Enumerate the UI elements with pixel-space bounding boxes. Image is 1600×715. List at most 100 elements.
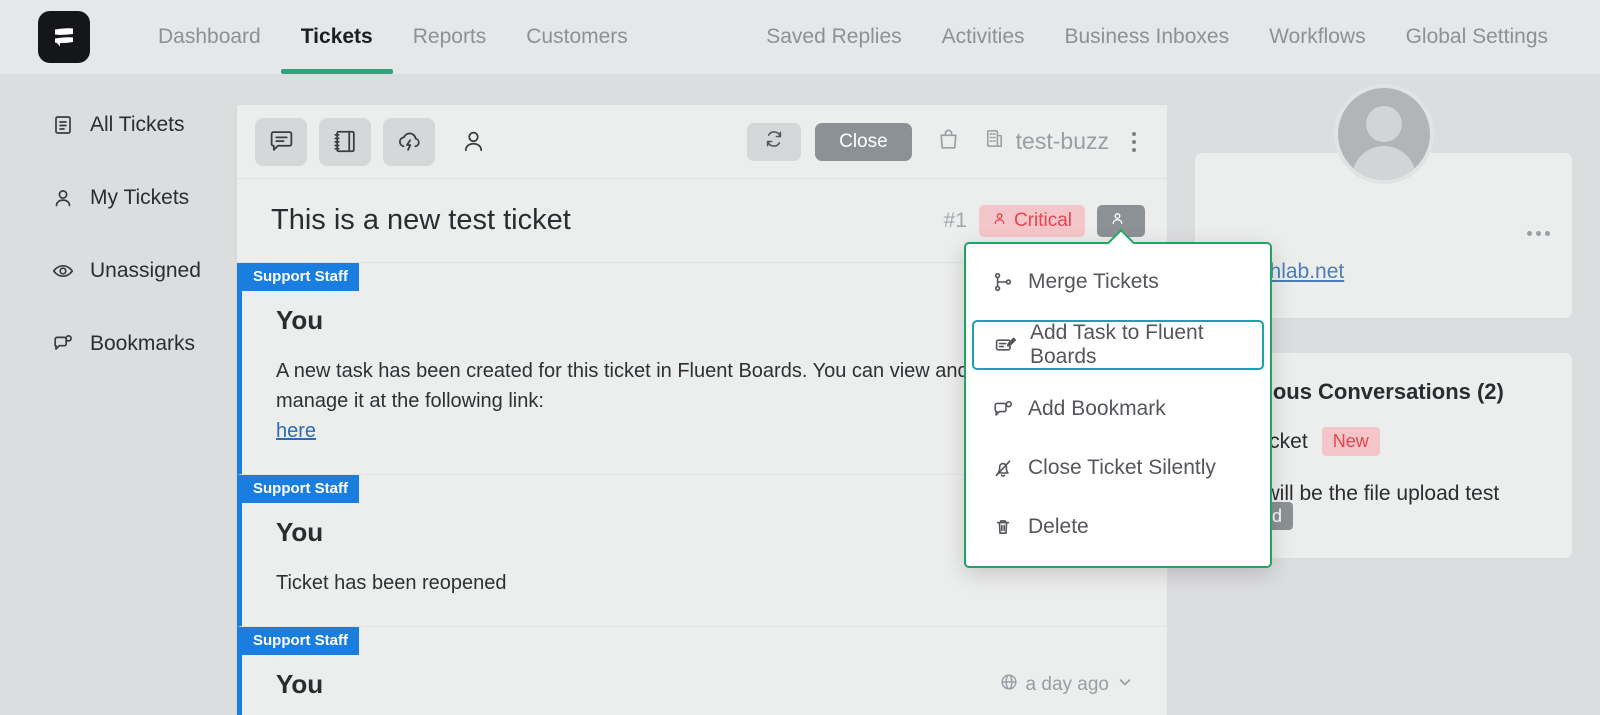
- menu-item-label: Add Bookmark: [1028, 396, 1166, 420]
- nav-label: Business Inboxes: [1064, 25, 1230, 48]
- kebab-menu-icon[interactable]: [1123, 123, 1145, 161]
- sidebar-item-label: My Tickets: [90, 186, 190, 209]
- message-author: You: [276, 517, 324, 547]
- person-icon-button[interactable]: [447, 118, 499, 166]
- sidebar-item-unassigned[interactable]: Unassigned: [0, 252, 237, 290]
- secondary-nav-group: Saved Replies Activities Business Inboxe…: [746, 0, 1568, 74]
- globe-icon: [1000, 673, 1018, 697]
- menu-spacer: [966, 373, 1270, 385]
- nav-item-reports[interactable]: Reports: [393, 0, 507, 74]
- nav-item-saved-replies[interactable]: Saved Replies: [746, 0, 921, 74]
- role-badge: Support Staff: [242, 475, 359, 503]
- notebook-icon-button[interactable]: [319, 117, 371, 166]
- nav-label: Tickets: [300, 25, 373, 48]
- left-sidebar: All Tickets My Tickets Unassigned Bookma…: [0, 74, 237, 715]
- nav-label: Workflows: [1269, 25, 1366, 48]
- dot: [1536, 231, 1541, 236]
- avatar-head: [1365, 106, 1402, 142]
- cloud-lightning-icon-button[interactable]: [383, 117, 435, 166]
- nav-label: Dashboard: [158, 25, 261, 48]
- message-body: A new task has been created for this tic…: [276, 356, 1036, 446]
- menu-spacer: [966, 305, 1270, 317]
- message-link[interactable]: here: [276, 420, 316, 442]
- sidebar-item-all-tickets[interactable]: All Tickets: [0, 106, 237, 144]
- trash-icon: [992, 516, 1014, 538]
- ticket-meta-group: #1 Critical: [944, 204, 1145, 237]
- sidebar-item-bookmarks[interactable]: Bookmarks: [0, 325, 237, 363]
- sidebar-item-label: All Tickets: [90, 113, 185, 136]
- refresh-button[interactable]: [747, 122, 802, 161]
- fluent-support-logo-icon[interactable]: [38, 11, 90, 63]
- menu-item-delete[interactable]: Delete: [966, 503, 1270, 550]
- badge-label: Critical: [1013, 209, 1072, 231]
- kebab-dot: [1132, 131, 1136, 136]
- notebook-icon: [332, 128, 359, 155]
- menu-item-label: Add Task to Fluent Boards: [1030, 321, 1204, 368]
- message-author: You: [276, 669, 324, 699]
- nav-item-dashboard[interactable]: Dashboard: [138, 0, 281, 74]
- nav-item-workflows[interactable]: Workflows: [1249, 0, 1385, 74]
- menu-spacer: [966, 491, 1270, 503]
- menu-item-merge-tickets[interactable]: Merge Tickets: [966, 258, 1270, 305]
- message-body: Ticket has been reopened: [276, 568, 1036, 598]
- dot: [1527, 231, 1532, 236]
- menu-item-label: Merge Tickets: [1028, 269, 1159, 293]
- dot: [1545, 231, 1550, 236]
- ticket-actions-dropdown: Merge Tickets Add Task to Fluent Boards …: [964, 228, 1272, 568]
- nav-item-global-settings[interactable]: Global Settings: [1386, 0, 1568, 74]
- menu-spacer: [966, 432, 1270, 444]
- company-name: test-buzz: [1015, 128, 1109, 154]
- nav-label: Customers: [526, 25, 628, 48]
- avatar: [1333, 84, 1434, 184]
- page-title: This is a new test ticket: [271, 204, 571, 236]
- more-horizontal-icon[interactable]: [1527, 231, 1550, 236]
- nav-label: Saved Replies: [766, 25, 902, 48]
- sidebar-item-label: Bookmarks: [90, 332, 196, 355]
- person-icon: [460, 128, 487, 155]
- role-badge: Support Staff: [242, 627, 359, 655]
- nav-item-tickets[interactable]: Tickets: [280, 0, 393, 74]
- message-item: Support Staff You a day ago: [237, 627, 1167, 715]
- nav-label: Global Settings: [1405, 25, 1548, 48]
- menu-item-add-task-to-fluent-boards[interactable]: Add Task to Fluent Boards: [972, 320, 1264, 370]
- message-text: A new task has been created for this tic…: [276, 360, 969, 412]
- toolbar-right-group: Close test-buzz: [747, 122, 1145, 161]
- avatar-body: [1351, 146, 1416, 180]
- shopping-bag-icon: [936, 127, 961, 157]
- bookmark-chat-icon: [992, 398, 1014, 420]
- role-badge: Support Staff: [242, 263, 359, 291]
- nav-item-activities[interactable]: Activities: [922, 0, 1045, 74]
- eye-icon: [52, 260, 74, 282]
- timestamp-label: a day ago: [1025, 673, 1109, 695]
- message-text: Ticket has been reopened: [276, 572, 507, 594]
- sidebar-item-my-tickets[interactable]: My Tickets: [0, 179, 237, 217]
- person-icon: [1110, 210, 1125, 232]
- document-list-icon: [52, 114, 74, 136]
- status-badge-priority[interactable]: Critical: [978, 204, 1085, 237]
- chat-lines-icon-button[interactable]: [255, 117, 307, 166]
- sidebar-item-label: Unassigned: [90, 259, 201, 282]
- message-header: You a day ago: [276, 669, 1133, 700]
- message-author: You: [276, 305, 324, 335]
- menu-item-close-ticket-silently[interactable]: Close Ticket Silently: [966, 444, 1270, 491]
- ticket-toolbar: Close test-buzz: [237, 105, 1167, 179]
- kebab-dot: [1132, 147, 1136, 152]
- message-timestamp[interactable]: a day ago: [1000, 673, 1133, 697]
- menu-item-add-bookmark[interactable]: Add Bookmark: [966, 385, 1270, 432]
- shopping-bag-button[interactable]: [936, 127, 961, 157]
- user-icon: [52, 187, 74, 209]
- menu-item-label: Delete: [1028, 514, 1089, 538]
- primary-nav-group: Dashboard Tickets Reports Customers: [138, 0, 648, 74]
- nav-item-business-inboxes[interactable]: Business Inboxes: [1045, 0, 1250, 74]
- bookmark-chat-icon: [52, 333, 74, 355]
- task-edit-icon: [994, 334, 1016, 356]
- kebab-dot: [1132, 139, 1136, 144]
- bell-off-icon: [992, 457, 1014, 479]
- nav-item-customers[interactable]: Customers: [506, 0, 648, 74]
- nav-label: Activities: [941, 25, 1025, 48]
- close-ticket-button[interactable]: Close: [815, 122, 912, 161]
- menu-item-label: Close Ticket Silently: [1028, 455, 1216, 479]
- person-icon: [992, 210, 1007, 232]
- refresh-icon: [764, 129, 784, 154]
- company-selector[interactable]: test-buzz: [983, 127, 1109, 156]
